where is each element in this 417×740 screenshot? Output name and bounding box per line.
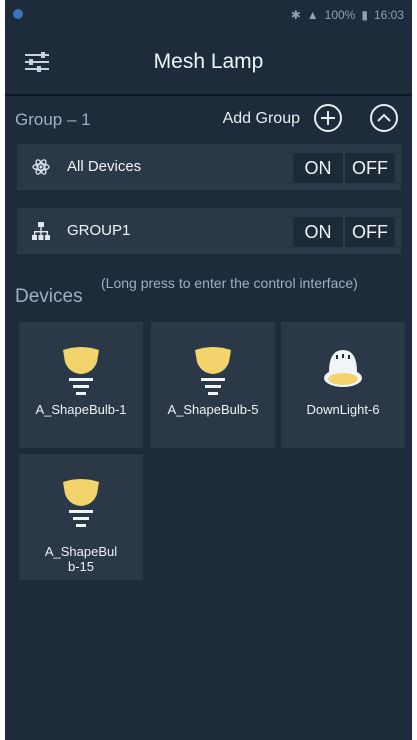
bluetooth-icon: ✱ xyxy=(290,8,301,22)
group-row-group1[interactable]: GROUP1 ON OFF xyxy=(17,208,401,254)
add-group-plus-icon[interactable] xyxy=(314,104,342,132)
off-button[interactable]: OFF xyxy=(345,153,395,183)
off-button[interactable]: OFF xyxy=(345,217,395,247)
status-time: 16:03 xyxy=(373,8,404,22)
signal-icon: ▲ xyxy=(306,8,319,22)
collapse-chevron-up-icon[interactable] xyxy=(370,104,398,132)
battery-level: 100% xyxy=(324,8,356,22)
device-name: A_ShapeBulb-5 xyxy=(167,402,259,417)
device-name: A_ShapeBulb-1 xyxy=(35,402,127,417)
device-name: A_ShapeBulb-15 xyxy=(44,544,118,574)
device-name: DownLight-6 xyxy=(306,402,380,417)
devices-hint: (Long press to enter the control interfa… xyxy=(101,275,358,291)
device-tile[interactable]: DownLight-6 xyxy=(281,322,405,448)
app-bar: Mesh Lamp xyxy=(5,30,412,94)
bulb-icon xyxy=(195,347,231,395)
device-tile[interactable]: A_ShapeBulb-5 xyxy=(151,322,275,448)
on-button[interactable]: ON xyxy=(293,217,343,247)
on-button[interactable]: ON xyxy=(293,153,343,183)
phone-screen: ✱ ▲ 100% ▮ 16:03 Mesh Lamp Group – 1 Add… xyxy=(5,0,412,740)
bulb-icon xyxy=(63,347,99,395)
bulb-icon xyxy=(63,479,99,527)
add-group-label[interactable]: Add Group xyxy=(223,110,300,128)
group-header: Group – 1 Add Group xyxy=(5,96,412,142)
app-notification-icon xyxy=(13,9,23,19)
device-tile[interactable]: A_ShapeBulb-1 xyxy=(19,322,143,448)
downlight-icon xyxy=(324,350,362,387)
network-icon xyxy=(32,222,50,240)
on-off-toggle: ON OFF xyxy=(293,153,395,183)
on-off-toggle: ON OFF xyxy=(293,217,395,247)
group-name: GROUP1 xyxy=(67,222,131,239)
battery-icon: ▮ xyxy=(361,8,368,22)
atom-icon xyxy=(32,159,50,175)
device-tile[interactable]: A_ShapeBulb-15 xyxy=(19,454,143,580)
devices-section-title: Devices xyxy=(15,286,83,307)
group-name: All Devices xyxy=(67,158,142,175)
status-bar: ✱ ▲ 100% ▮ 16:03 xyxy=(5,0,412,30)
group-title: Group – 1 xyxy=(15,110,91,129)
app-title: Mesh Lamp xyxy=(153,50,264,73)
group-row-all-devices[interactable]: All Devices ON OFF xyxy=(17,144,401,190)
